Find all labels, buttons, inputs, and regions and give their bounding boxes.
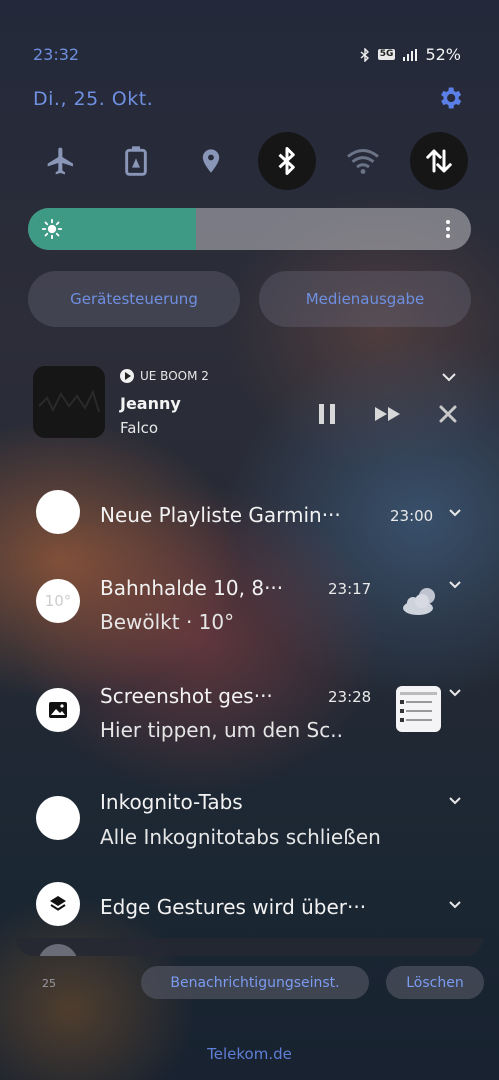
network-type-badge: 5G <box>377 49 396 60</box>
mobile-data-toggle[interactable] <box>410 132 468 190</box>
notification-title: Neue Playliste Garmin··· <box>100 503 341 527</box>
notification-subtitle: Alle Inkognitotabs schließen <box>100 825 381 849</box>
notification-time: 23:00 <box>390 507 434 525</box>
notification-time: 23:17 <box>328 580 372 598</box>
app-avatar <box>36 490 80 534</box>
notification-title: Edge Gestures wird über··· <box>100 895 367 919</box>
more-options-icon[interactable] <box>445 219 451 239</box>
notification-item[interactable]: Inkognito-Tabs Alle Inkognitotabs schlie… <box>36 790 466 850</box>
notification-time: 23:28 <box>328 688 372 706</box>
notification-item[interactable]: 10° Bahnhalde 10, 8··· 23:17 Bewölkt · 1… <box>36 576 466 636</box>
layers-icon <box>50 896 66 911</box>
wifi-icon <box>347 149 379 174</box>
notification-item[interactable]: Screenshot ges··· 23:28 Hier tippen, um … <box>36 684 466 744</box>
media-title: Jeanny <box>120 394 181 413</box>
notification-subtitle: Bewölkt · 10° <box>100 610 235 634</box>
chevron-down-icon[interactable] <box>448 900 462 910</box>
hidden-notification-avatar <box>38 944 78 956</box>
notification-title: Inkognito-Tabs <box>100 790 243 814</box>
battery-level: 52% <box>425 45 461 64</box>
sun-icon <box>42 219 62 239</box>
brightness-slider[interactable] <box>28 208 471 250</box>
screenshot-thumbnail <box>396 686 441 732</box>
close-media-icon[interactable] <box>438 404 458 424</box>
quick-settings-row <box>32 132 472 192</box>
app-avatar <box>36 688 80 732</box>
weather-avatar: 10° <box>36 579 80 623</box>
media-source-play-icon <box>120 369 134 383</box>
media-output-button[interactable]: Medienausgabe <box>259 271 471 327</box>
app-avatar <box>36 882 80 926</box>
notification-settings-button[interactable]: Benachrichtigungseinst. <box>141 966 369 999</box>
wifi-toggle[interactable] <box>334 132 392 190</box>
media-source-label: UE BOOM 2 <box>140 369 209 383</box>
notification-title: Screenshot ges··· <box>100 684 273 708</box>
media-player: UE BOOM 2 Jeanny Falco <box>33 364 473 454</box>
chevron-down-icon[interactable] <box>448 688 462 698</box>
location-toggle[interactable] <box>182 132 240 190</box>
image-icon <box>49 702 67 718</box>
app-avatar <box>36 796 80 840</box>
cloudy-moon-icon <box>403 588 435 615</box>
data-transfer-icon <box>426 149 452 173</box>
notification-shade-edge <box>16 938 483 956</box>
signal-icon <box>403 48 418 61</box>
device-control-button[interactable]: Gerätesteuerung <box>28 271 240 327</box>
notification-item[interactable]: Edge Gestures wird über··· <box>36 882 466 928</box>
date-label: Di., 25. Okt. <box>33 88 154 110</box>
media-expand-chevron-icon[interactable] <box>441 372 457 382</box>
chevron-down-icon[interactable] <box>448 580 462 590</box>
screenshot-preview-icon <box>400 692 437 722</box>
status-icons: 5G 52% <box>360 45 461 64</box>
waveform-icon <box>38 389 100 413</box>
carrier-label: Telekom.de <box>207 1045 292 1063</box>
location-pin-icon <box>202 149 220 173</box>
chevron-down-icon[interactable] <box>448 796 462 806</box>
notification-count: 25 <box>42 977 56 990</box>
notification-item[interactable]: Neue Playliste Garmin··· 23:00 <box>36 490 466 538</box>
clear-all-button[interactable]: Löschen <box>386 966 484 999</box>
airplane-mode-toggle[interactable] <box>32 132 90 190</box>
chevron-down-icon[interactable] <box>448 508 462 518</box>
power-saving-toggle[interactable] <box>107 132 165 190</box>
bluetooth-icon <box>278 147 295 175</box>
status-time: 23:32 <box>33 45 80 64</box>
bluetooth-toggle[interactable] <box>258 132 316 190</box>
media-artist: Falco <box>120 419 159 437</box>
album-art <box>33 366 105 438</box>
media-source: UE BOOM 2 <box>120 369 209 383</box>
bluetooth-status-icon <box>360 47 369 62</box>
notification-subtitle: Hier tippen, um den Sc.. <box>100 718 343 742</box>
battery-saver-icon <box>125 146 147 176</box>
skip-forward-icon[interactable] <box>373 405 403 423</box>
pause-icon[interactable] <box>317 402 337 426</box>
notification-title: Bahnhalde 10, 8··· <box>100 576 284 600</box>
airplane-icon <box>47 147 73 175</box>
settings-gear-icon[interactable] <box>436 84 464 112</box>
